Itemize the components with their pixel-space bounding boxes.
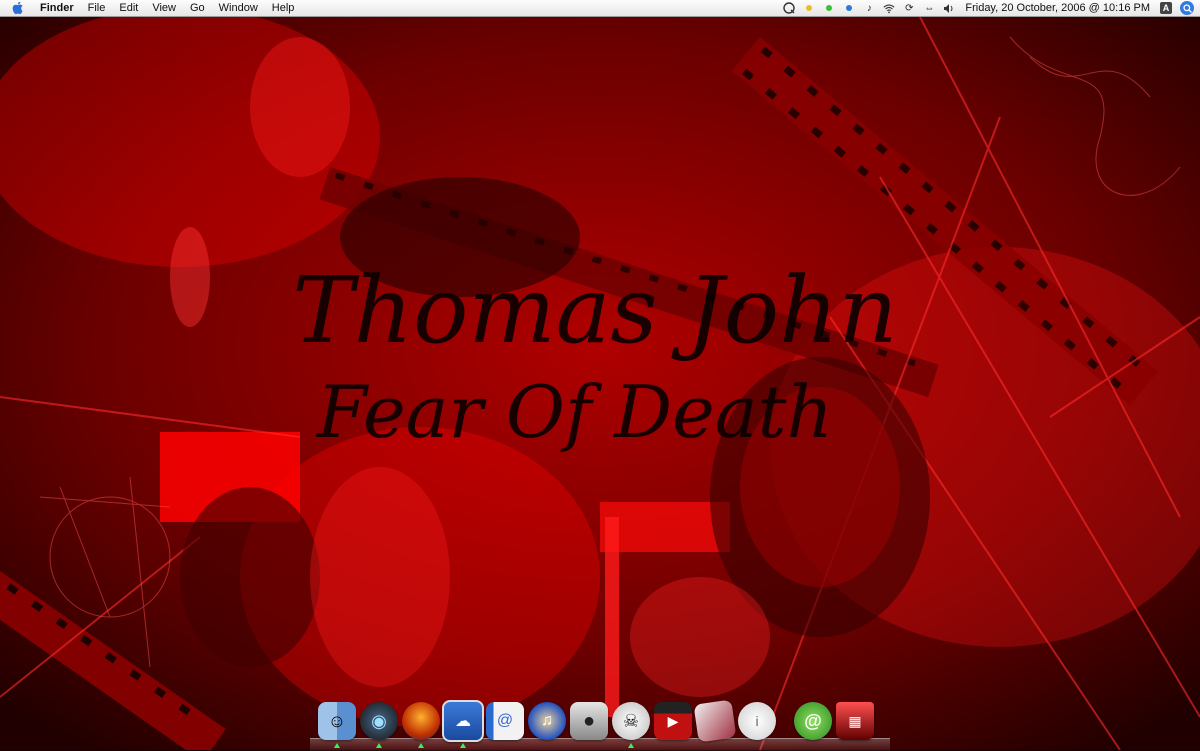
menu-finder[interactable]: Finder: [34, 0, 81, 16]
menu-help[interactable]: Help: [265, 0, 302, 16]
running-indicator: [334, 743, 340, 748]
dock-itunes-icon[interactable]: ♫: [526, 700, 568, 742]
running-indicator: [418, 743, 424, 748]
dock-dashboard-icon[interactable]: ◉: [358, 700, 400, 748]
dock-ipod-updater-icon[interactable]: i: [736, 700, 778, 742]
menu-go[interactable]: Go: [183, 0, 212, 16]
quicksilver-icon[interactable]: [783, 2, 796, 14]
dock-firefox-icon[interactable]: [400, 700, 442, 748]
menu-file[interactable]: File: [81, 0, 113, 16]
wallpaper-title-line1: Thomas John: [292, 257, 897, 364]
menu-view[interactable]: View: [145, 0, 183, 16]
spotlight-icon[interactable]: [1180, 1, 1194, 15]
adium-status-icon[interactable]: [803, 2, 815, 14]
menu-bar: Finder File Edit View Go Window Help ♪ ⟳…: [0, 0, 1200, 17]
menu-edit[interactable]: Edit: [112, 0, 145, 16]
user-icon[interactable]: A: [1160, 2, 1172, 14]
menu-extras: ♪ ⟳ ⇔ Friday, 20 October, 2006 @ 10:16 P…: [779, 0, 1200, 16]
dock-mail-at-icon[interactable]: @: [792, 700, 834, 742]
network-arrows-icon[interactable]: ⇔: [923, 2, 935, 14]
airport-wifi-icon[interactable]: [883, 2, 895, 14]
running-indicator: [460, 743, 466, 748]
dock-imovie-clapper-icon[interactable]: ▶: [652, 700, 694, 742]
wallpaper-art: Thomas John Fear Of Death: [0, 17, 1200, 750]
sync-icon[interactable]: ⟳: [903, 2, 915, 14]
menu-clock[interactable]: Friday, 20 October, 2006 @ 10:16 PM: [959, 2, 1156, 14]
volume-icon[interactable]: [943, 2, 955, 14]
dock-alien-app-icon[interactable]: ☠: [610, 700, 652, 748]
dock-address-book-icon[interactable]: @: [484, 700, 526, 742]
menu-window[interactable]: Window: [212, 0, 265, 16]
dock-photo-stack-icon[interactable]: [693, 699, 737, 743]
itunes-note-icon[interactable]: ♪: [863, 2, 875, 14]
running-indicator: [376, 743, 382, 748]
dock-preview-icon[interactable]: ☁: [442, 700, 484, 748]
dock: ☺ ◉ ☁ @ ♫ ● ☠ ▶ i @ ▦: [310, 699, 890, 750]
dock-trash-icon[interactable]: ▦: [834, 700, 876, 742]
desktop-wallpaper: Thomas John Fear Of Death: [0, 17, 1200, 750]
apple-menu-icon[interactable]: [12, 1, 26, 15]
dock-finder-icon[interactable]: ☺: [316, 700, 358, 748]
blue-status-icon[interactable]: [843, 2, 855, 14]
wallpaper-title-line2: Fear Of Death: [315, 370, 833, 454]
dock-camera-icon[interactable]: ●: [568, 700, 610, 742]
running-indicator: [628, 743, 634, 748]
green-status-icon[interactable]: [823, 2, 835, 14]
